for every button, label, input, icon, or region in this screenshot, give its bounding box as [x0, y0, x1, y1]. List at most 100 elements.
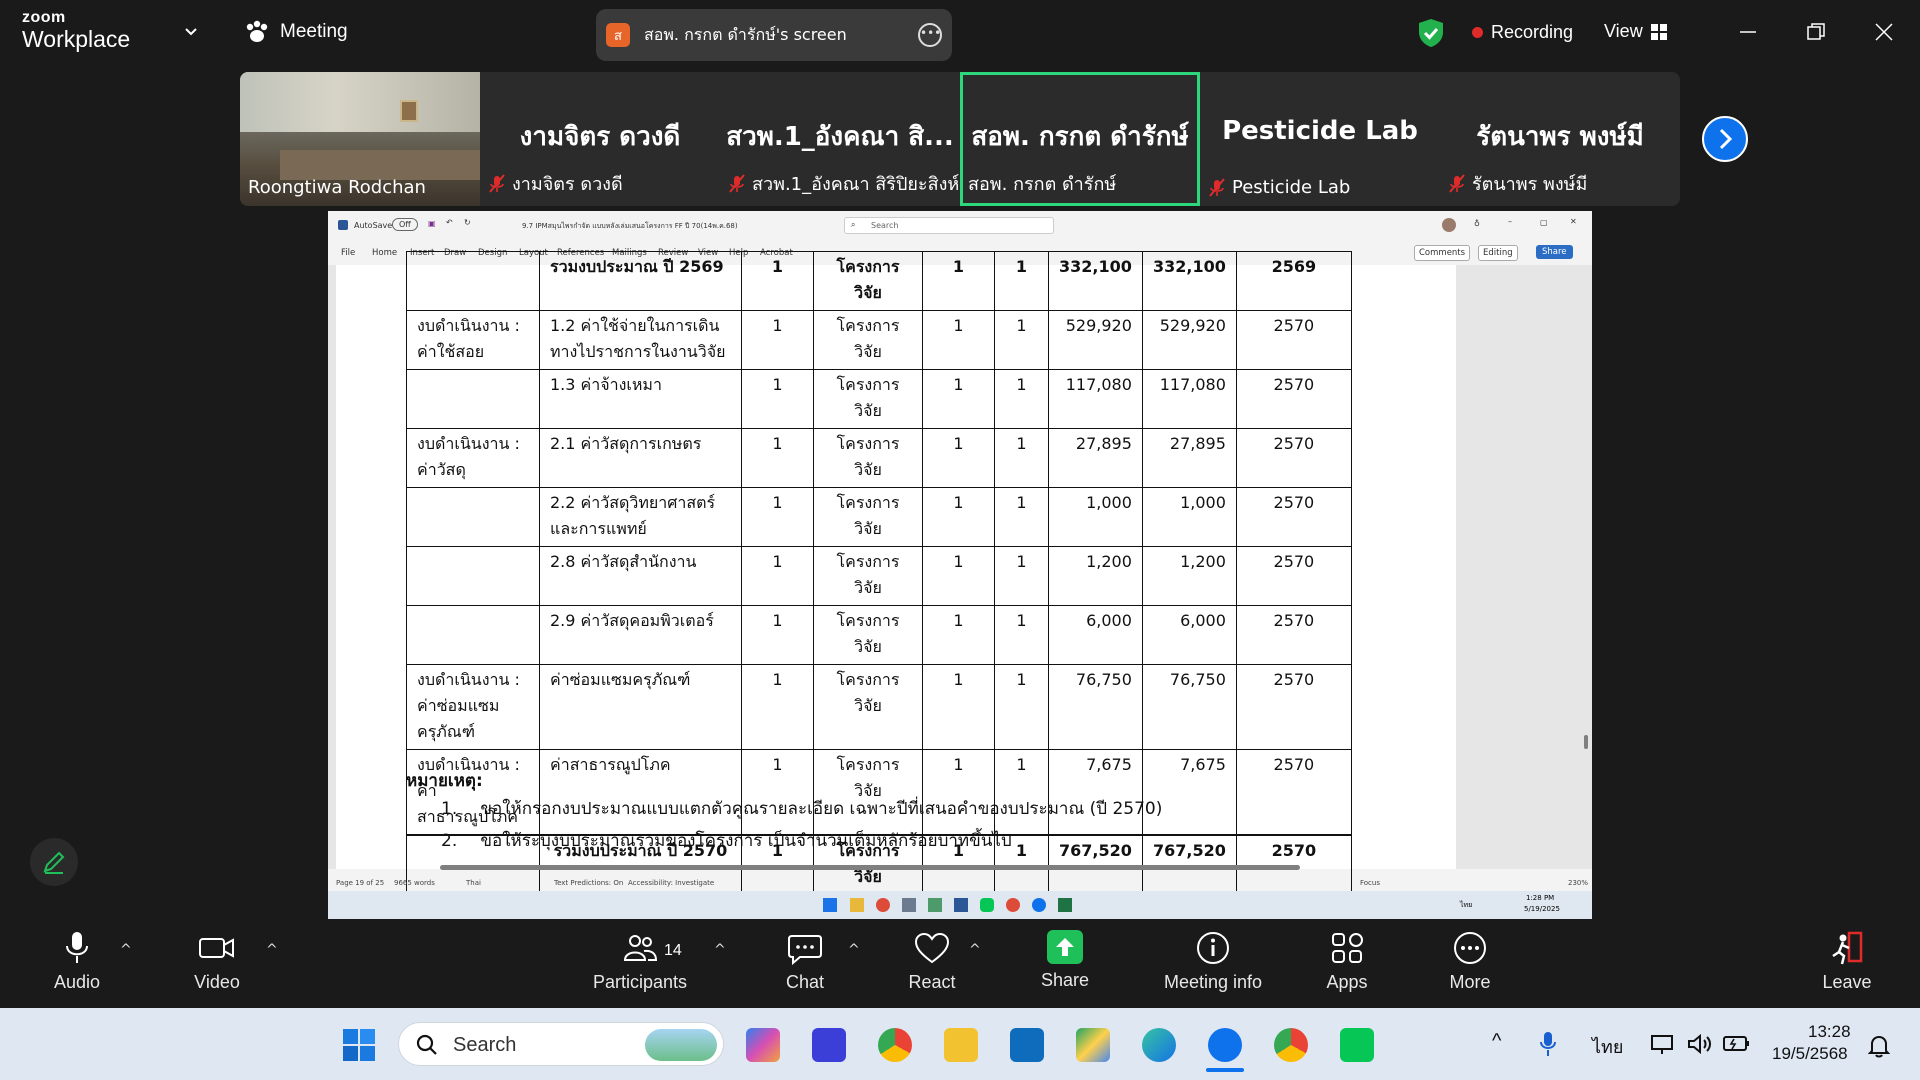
video-options-caret-icon[interactable]: ^ — [266, 942, 278, 958]
save-icon[interactable]: ▣ — [428, 219, 436, 228]
cell-unit: โครงการวิจัย — [813, 428, 923, 488]
react-label: React — [908, 972, 956, 992]
participant-tile-active-speaker[interactable]: สอพ. กรกต ดำรักษ์ สอพ. กรกต ดำรักษ์ — [960, 72, 1200, 206]
input-language[interactable]: ไทย — [1592, 1032, 1623, 1061]
scrollbar-thumb[interactable] — [1584, 735, 1588, 749]
participants-count: 14 — [664, 942, 682, 959]
file-explorer-icon[interactable] — [944, 1028, 978, 1062]
network-icon[interactable] — [1650, 1032, 1674, 1056]
lightbulb-icon[interactable]: ♁ — [1474, 219, 1480, 228]
meeting-tab[interactable]: Meeting — [244, 20, 348, 44]
clock-date[interactable]: 19/5/2568 — [1772, 1044, 1848, 1064]
meeting-info-button[interactable]: Meeting info — [1148, 930, 1278, 993]
menu-tab-home[interactable]: Home — [372, 248, 397, 258]
status-page[interactable]: Page 19 of 25 — [336, 879, 384, 887]
status-language[interactable]: Thai — [466, 879, 481, 887]
comments-button[interactable]: Comments — [1414, 245, 1471, 261]
volume-icon[interactable] — [1686, 1032, 1712, 1056]
document-title[interactable]: 9.7 IPMสมุนไพรกำจัด แบบหลังเล่มเสนอโครงก… — [522, 221, 738, 232]
battery-icon[interactable] — [1722, 1034, 1750, 1054]
cell: 2569 — [1235, 251, 1352, 311]
close-icon[interactable]: ✕ — [1570, 217, 1577, 226]
react-options-caret-icon[interactable]: ^ — [969, 942, 981, 958]
chevron-down-icon[interactable] — [184, 25, 198, 39]
participant-display-name: สวพ.1_อังคณา สิ... — [726, 122, 954, 152]
cell-n1: 1 — [922, 749, 995, 836]
minimize-icon[interactable]: – — [1508, 217, 1512, 226]
vertical-scrollbar[interactable] — [1582, 325, 1590, 911]
audio-button[interactable]: Audio — [22, 930, 132, 993]
chat-options-caret-icon[interactable]: ^ — [848, 942, 860, 958]
google-drive-icon[interactable] — [1076, 1028, 1110, 1062]
participant-tile[interactable]: Roongtiwa Rodchan — [240, 72, 480, 206]
editing-mode-button[interactable]: Editing — [1478, 245, 1518, 261]
participant-display-name: Pesticide Lab — [1222, 116, 1418, 146]
react-button[interactable]: React — [877, 930, 987, 993]
participants-options-caret-icon[interactable]: ^ — [714, 942, 726, 958]
apps-button[interactable]: Apps — [1292, 930, 1402, 993]
minimize-icon[interactable] — [1736, 20, 1760, 44]
video-button[interactable]: Video — [162, 930, 272, 993]
word-search-box[interactable]: ⌕ Search — [844, 217, 1054, 234]
zoom-icon[interactable] — [1208, 1028, 1242, 1062]
cell-year: 2570 — [1235, 605, 1352, 665]
participant-tile[interactable]: Pesticide Lab Pesticide Lab — [1200, 72, 1440, 206]
recording-indicator[interactable]: Recording — [1472, 22, 1573, 43]
more-button[interactable]: More — [1415, 930, 1525, 993]
zoom-level[interactable]: 230% — [1568, 879, 1588, 887]
share-button[interactable]: Share — [1010, 930, 1120, 991]
windows-start-icon[interactable] — [342, 1028, 376, 1062]
autosave-label: AutoSave — [354, 221, 393, 230]
copilot-icon[interactable] — [746, 1028, 780, 1062]
table-row: งบดำเนินงาน : ค่าวัสดุ 2.1 ค่าวัสดุการเก… — [406, 428, 1352, 488]
status-predictions[interactable]: Text Predictions: On — [554, 879, 623, 887]
close-icon[interactable] — [1872, 20, 1896, 44]
view-button[interactable]: View — [1604, 21, 1667, 42]
horizontal-scrollbar[interactable] — [440, 865, 1300, 870]
microphone-icon[interactable] — [1538, 1030, 1558, 1058]
undo-icon[interactable]: ↶ — [446, 218, 453, 227]
screen-share-indicator[interactable]: ส สอพ. กรกต ดำรักษ์'s screen ••• — [596, 9, 952, 61]
participants-button[interactable]: Participants — [585, 930, 695, 993]
status-words[interactable]: 9665 words — [394, 879, 435, 887]
next-page-button[interactable] — [1702, 116, 1748, 162]
more-options-icon[interactable]: ••• — [918, 23, 942, 47]
avatar[interactable] — [1442, 218, 1456, 232]
show-hidden-icons-chevron-icon[interactable]: ^ — [1492, 1030, 1501, 1053]
cell: 1 — [994, 251, 1049, 311]
clock-time[interactable]: 13:28 — [1808, 1022, 1851, 1042]
word-share-button[interactable]: Share — [1536, 245, 1573, 259]
audio-options-caret-icon[interactable]: ^ — [120, 942, 132, 958]
cell-n1: 1 — [922, 605, 995, 665]
encryption-shield-icon[interactable] — [1418, 18, 1444, 48]
leave-button[interactable]: Leave — [1792, 930, 1902, 993]
participant-tile[interactable]: สวพ.1_อังคณา สิ... สวพ.1_อังคณา สิริปิยะ… — [720, 72, 960, 206]
participant-tile[interactable]: รัตนาพร พงษ์มี รัตนาพร พงษ์มี — [1440, 72, 1680, 206]
redo-icon[interactable]: ↻ — [464, 218, 471, 227]
status-accessibility[interactable]: Accessibility: Investigate — [628, 879, 714, 887]
chat-button[interactable]: Chat — [750, 930, 860, 993]
chrome-icon[interactable] — [878, 1028, 912, 1062]
app-icon[interactable] — [812, 1028, 846, 1062]
participant-tile[interactable]: งามจิตร ดวงดี งามจิตร ดวงดี — [480, 72, 720, 206]
cell-n1: 1 — [922, 664, 995, 750]
share-title: สอพ. กรกต ดำรักษ์'s screen — [644, 24, 847, 44]
notification-bell-icon[interactable] — [1868, 1034, 1890, 1058]
outlook-icon[interactable] — [1010, 1028, 1044, 1062]
chrome-icon[interactable] — [1274, 1028, 1308, 1062]
line-icon[interactable] — [1340, 1028, 1374, 1062]
edge-icon[interactable] — [1142, 1028, 1176, 1062]
annotate-button[interactable] — [30, 838, 78, 886]
menu-tab-file[interactable]: File — [341, 248, 355, 258]
zoom-workplace-logo[interactable]: zoom Workplace — [22, 10, 130, 51]
focus-button[interactable]: Focus — [1360, 879, 1380, 887]
restore-icon[interactable]: ▢ — [1540, 218, 1548, 227]
restore-icon[interactable] — [1804, 20, 1828, 44]
windows-taskbar: Search ^ ไทย 13:28 19/5/2568 — [0, 1008, 1920, 1080]
document-page[interactable]: รวมงบประมาณ ปี 2569 1 โครงการวิจัย 1 1 3… — [336, 251, 1456, 895]
shared-screen[interactable]: AutoSave Off ▣ ↶ ↻ 9.7 IPMสมุนไพรกำจัด แ… — [328, 211, 1592, 919]
taskbar-search-box[interactable]: Search — [398, 1022, 724, 1066]
windows-start-icon — [823, 898, 837, 912]
autosave-toggle[interactable]: Off — [392, 218, 418, 231]
cell-n1: 1 — [922, 546, 995, 606]
